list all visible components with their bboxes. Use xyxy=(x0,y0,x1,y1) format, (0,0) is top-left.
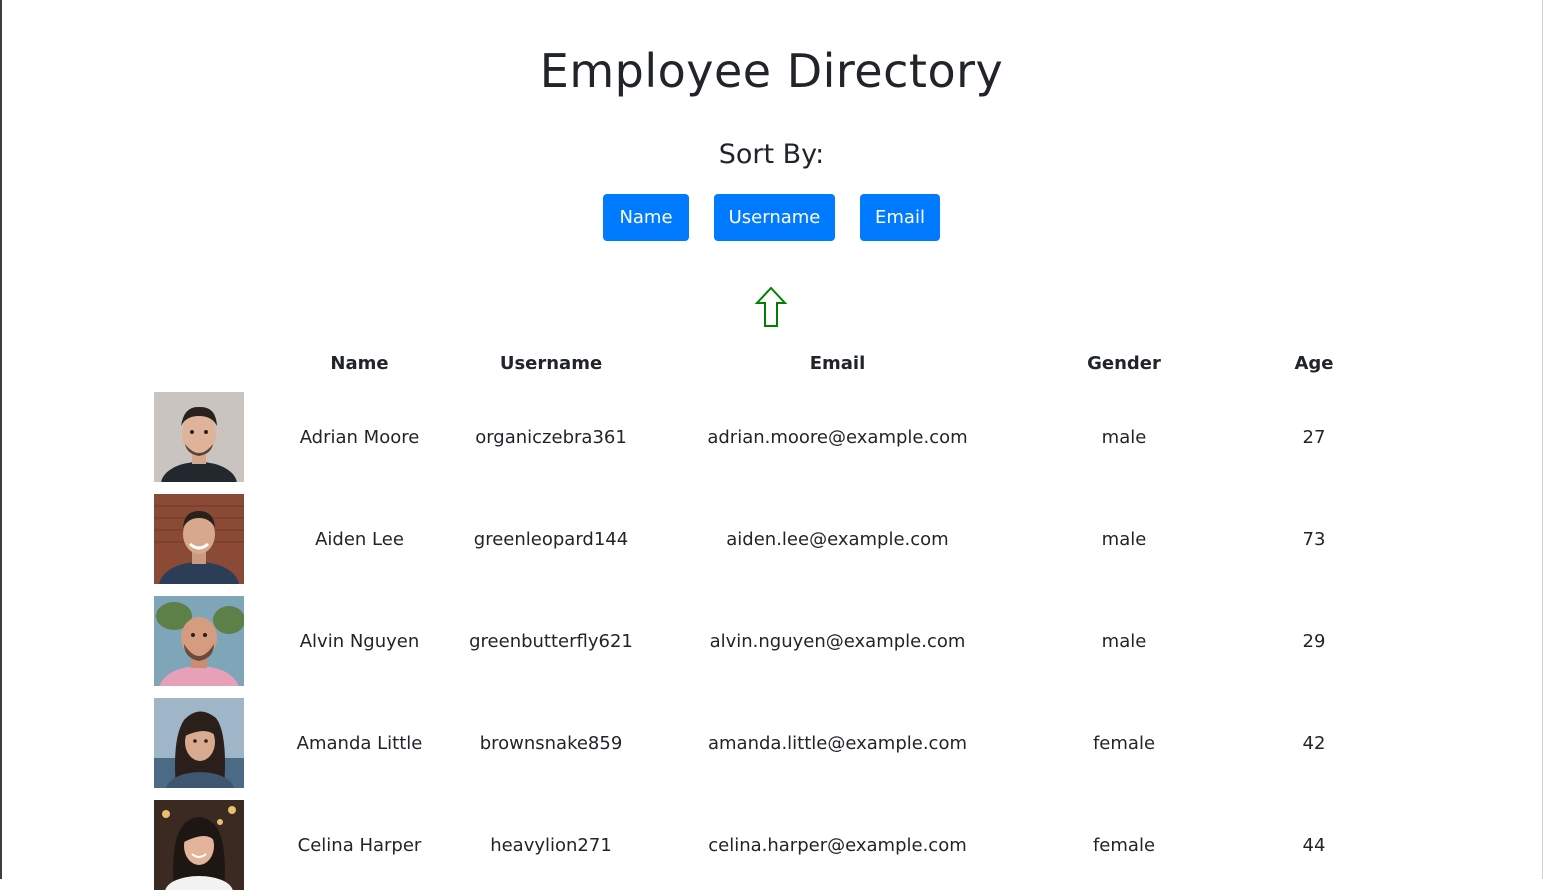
avatar xyxy=(154,800,244,890)
cell-age: 73 xyxy=(1302,528,1326,550)
cell-username: greenleopard144 xyxy=(473,528,629,550)
cell-age: 42 xyxy=(1302,732,1326,754)
cell-username: brownsnake859 xyxy=(479,732,623,754)
avatar xyxy=(154,596,244,686)
cell-username: organiczebra361 xyxy=(475,426,627,448)
cell-name: Aiden Lee xyxy=(315,528,404,550)
table-row: Alvin Nguyen greenbutterfly621 alvin.ngu… xyxy=(152,590,1390,692)
cell-age: 44 xyxy=(1302,834,1326,856)
cell-name: Amanda Little xyxy=(296,732,423,754)
cell-name: Celina Harper xyxy=(297,834,422,856)
column-header-gender: Gender xyxy=(1087,352,1161,374)
employee-table: Name Username Email Gender Age Adrian Mo… xyxy=(152,340,1390,896)
photo-cell xyxy=(152,590,282,692)
table-header-row: Name Username Email Gender Age xyxy=(152,340,1390,386)
cell-name: Adrian Moore xyxy=(299,426,420,448)
column-header-age: Age xyxy=(1294,352,1334,374)
cell-email: aiden.lee@example.com xyxy=(726,528,949,550)
cell-username: heavylion271 xyxy=(490,834,612,856)
column-header-email: Email xyxy=(809,352,866,374)
avatar xyxy=(154,494,244,584)
sort-by-email-button[interactable]: Email xyxy=(860,194,940,241)
cell-name: Alvin Nguyen xyxy=(299,630,420,652)
cell-email: amanda.little@example.com xyxy=(707,732,967,754)
page-title: Employee Directory xyxy=(539,44,1004,98)
column-header-name: Name xyxy=(330,352,389,374)
up-arrow-icon xyxy=(754,286,788,327)
cell-age: 29 xyxy=(1302,630,1326,652)
sort-by-username-button[interactable]: Username xyxy=(714,194,835,241)
table-row: Aiden Lee greenleopard144 aiden.lee@exam… xyxy=(152,488,1390,590)
cell-username: greenbutterfly621 xyxy=(469,630,633,652)
cell-email: celina.harper@example.com xyxy=(708,834,967,856)
avatar xyxy=(154,392,244,482)
cell-email: alvin.nguyen@example.com xyxy=(709,630,966,652)
table-row: Celina Harper heavylion271 celina.harper… xyxy=(152,794,1390,896)
sort-button-group: Name Username Email xyxy=(603,194,940,241)
cell-gender: male xyxy=(1101,528,1147,550)
cell-gender: male xyxy=(1101,426,1147,448)
table-row: Adrian Moore organiczebra361 adrian.moor… xyxy=(152,386,1390,488)
photo-cell xyxy=(152,794,282,896)
window-left-border xyxy=(0,0,2,879)
table-row: Amanda Little brownsnake859 amanda.littl… xyxy=(152,692,1390,794)
cell-email: adrian.moore@example.com xyxy=(707,426,968,448)
photo-cell xyxy=(152,488,282,590)
column-header-photo xyxy=(152,340,282,386)
sort-by-label: Sort By: xyxy=(718,139,825,170)
column-header-username: Username xyxy=(499,352,603,374)
sort-by-name-button[interactable]: Name xyxy=(603,194,689,241)
cell-gender: male xyxy=(1101,630,1147,652)
cell-gender: female xyxy=(1092,834,1156,856)
cell-gender: female xyxy=(1092,732,1156,754)
photo-cell xyxy=(152,692,282,794)
photo-cell xyxy=(152,386,282,488)
avatar xyxy=(154,698,244,788)
cell-age: 27 xyxy=(1302,426,1326,448)
